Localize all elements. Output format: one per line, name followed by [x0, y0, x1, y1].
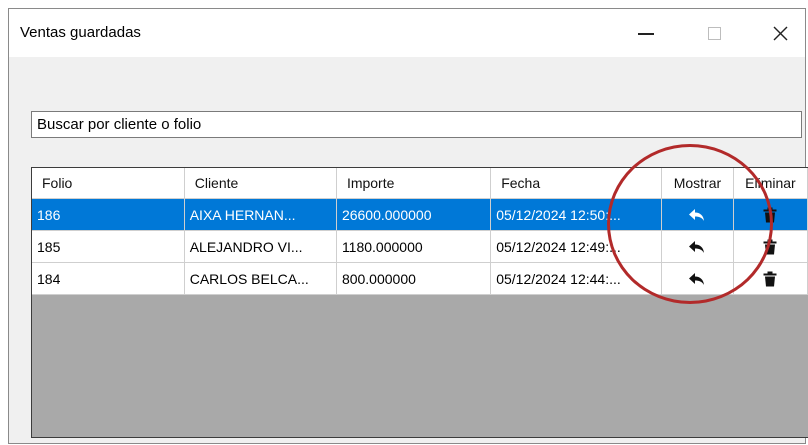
table-header-row: Folio Cliente Importe Fecha Mostrar Elim…	[32, 168, 808, 199]
cell-folio[interactable]: 186	[32, 198, 185, 231]
window-title: Ventas guardadas	[20, 24, 141, 41]
table-row[interactable]: 184 CARLOS BELCA... 800.000000 05/12/202…	[32, 262, 808, 295]
title-bar: Ventas guardadas	[9, 9, 805, 57]
delete-sale-button[interactable]	[733, 198, 808, 231]
cell-folio[interactable]: 185	[32, 230, 185, 263]
column-header-mostrar[interactable]: Mostrar	[661, 168, 734, 199]
maximize-icon	[707, 26, 721, 40]
trash-icon	[763, 207, 777, 223]
reply-arrow-icon	[689, 240, 705, 253]
reply-arrow-icon	[689, 272, 705, 285]
show-sale-button[interactable]	[661, 198, 734, 231]
delete-sale-button[interactable]	[733, 230, 808, 263]
trash-icon	[763, 271, 777, 287]
cell-folio[interactable]: 184	[32, 262, 185, 295]
cell-fecha[interactable]: 05/12/2024 12:44:...	[490, 262, 662, 295]
maximize-button[interactable]	[691, 9, 737, 57]
column-header-cliente[interactable]: Cliente	[184, 168, 337, 199]
cell-importe[interactable]: 26600.000000	[336, 198, 492, 231]
show-sale-button[interactable]	[661, 262, 734, 295]
cell-fecha[interactable]: 05/12/2024 12:49:...	[490, 230, 662, 263]
close-button[interactable]	[757, 9, 803, 57]
column-header-importe[interactable]: Importe	[336, 168, 492, 199]
cell-importe[interactable]: 1180.000000	[336, 230, 492, 263]
sales-grid[interactable]: Folio Cliente Importe Fecha Mostrar Elim…	[31, 167, 808, 438]
cell-importe[interactable]: 800.000000	[336, 262, 492, 295]
column-header-folio[interactable]: Folio	[32, 168, 185, 199]
saved-sales-window: Ventas guardadas Buscar por cliente o fo…	[8, 8, 808, 444]
cell-cliente[interactable]: ALEJANDRO VI...	[184, 230, 337, 263]
close-icon	[773, 26, 787, 40]
cell-fecha[interactable]: 05/12/2024 12:50:...	[490, 198, 662, 231]
minimize-button[interactable]	[623, 9, 669, 57]
reply-arrow-icon	[689, 208, 705, 221]
sales-table: Folio Cliente Importe Fecha Mostrar Elim…	[32, 168, 808, 295]
column-header-eliminar[interactable]: Eliminar	[733, 168, 808, 199]
trash-icon	[763, 239, 777, 255]
cell-cliente[interactable]: CARLOS BELCA...	[184, 262, 337, 295]
table-row[interactable]: 186 AIXA HERNAN... 26600.000000 05/12/20…	[32, 198, 808, 231]
cell-cliente[interactable]: AIXA HERNAN...	[184, 198, 337, 231]
table-row[interactable]: 185 ALEJANDRO VI... 1180.000000 05/12/20…	[32, 230, 808, 263]
search-input[interactable]	[31, 111, 802, 138]
column-header-fecha[interactable]: Fecha	[490, 168, 662, 199]
minimize-icon	[638, 33, 654, 35]
show-sale-button[interactable]	[661, 230, 734, 263]
delete-sale-button[interactable]	[733, 262, 808, 295]
